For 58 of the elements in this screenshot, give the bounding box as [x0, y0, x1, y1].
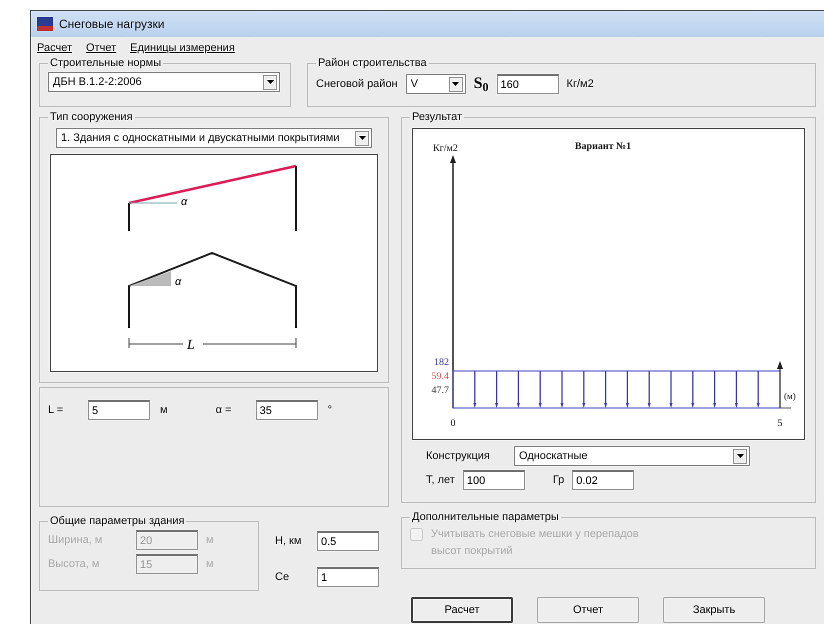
group-label: Дополнительные параметры: [411, 511, 560, 524]
group-label: Общие параметры здания: [49, 515, 186, 528]
axis-unit-label: (м): [784, 391, 796, 402]
field-label: Гр: [552, 472, 564, 488]
dropdown-arrow-icon: [266, 80, 274, 84]
value-label: 182: [434, 357, 449, 368]
angle-label: α: [175, 276, 182, 288]
dropdown-arrow-icon: [736, 454, 744, 458]
axis-tick-label: 0: [450, 418, 456, 430]
menu-item[interactable]: Отчет: [86, 40, 116, 54]
symbol-label: S$_{0}$: [474, 74, 489, 96]
field-label: L =: [48, 402, 64, 418]
input-field[interactable]: 35: [256, 400, 318, 420]
unit-label: м: [206, 532, 214, 548]
support-arrow: [777, 361, 783, 408]
span-label: L: [187, 338, 195, 354]
axis-unit-label: Кг/м2: [433, 143, 458, 154]
menu-item[interactable]: Расчет: [37, 40, 72, 54]
field-label: Снеговой район: [316, 76, 398, 92]
unit-label: м: [206, 556, 214, 572]
construction-dropdown[interactable]: Односкатные: [514, 446, 750, 466]
dropdown-arrow-icon: [358, 136, 366, 140]
unit-label: м: [160, 402, 168, 418]
field-label: T, лет: [425, 472, 455, 488]
app-icon: [37, 17, 53, 31]
menu-item[interactable]: Единицы измерения: [130, 40, 235, 54]
chart-title: Вариант №1: [574, 141, 632, 152]
region-dropdown[interactable]: V: [406, 74, 466, 94]
value-label: 59.4: [432, 371, 449, 382]
angle-label: α: [181, 196, 188, 208]
option-label: Учитывать снеговые мешки у перепадов высот покрытий: [431, 527, 640, 559]
input-field[interactable]: 1: [317, 567, 379, 587]
input-field[interactable]: 0.02: [572, 470, 634, 490]
dialog-button[interactable]: Отчет: [537, 597, 639, 623]
group-label: Район строительства: [317, 57, 428, 70]
input-field[interactable]: 0.5: [317, 531, 379, 551]
field-label: Ce: [275, 570, 290, 585]
unit-label: °: [328, 402, 332, 418]
unit-label: Кг/м2: [566, 76, 594, 92]
dialog-button[interactable]: Расчет: [411, 597, 513, 623]
load-field[interactable]: 160: [496, 74, 559, 94]
group-label: Результат: [411, 111, 464, 124]
input-field[interactable]: 5: [88, 400, 150, 420]
dropdown-arrow-icon: [452, 82, 460, 86]
field-label: Конструкция: [425, 448, 491, 464]
input-field[interactable]: 100: [462, 470, 525, 490]
field-label: α =: [216, 402, 232, 418]
structure-dropdown[interactable]: 1. Здания с односкатными и двускатными покрытиями: [56, 128, 372, 148]
dialog-button[interactable]: Закрыть: [663, 597, 765, 623]
norms-dropdown[interactable]: ДБН В.1.2-2:2006: [48, 72, 280, 92]
window-title: Снеговые нагрузки: [59, 16, 164, 33]
axis-tick-label: 5: [778, 418, 782, 430]
value-label: 47.7: [432, 385, 449, 396]
group-label: Строительные нормы: [49, 57, 162, 70]
field-label: H, км: [275, 534, 302, 549]
field-label: Ширина, м: [48, 532, 104, 548]
group-label: Тип сооружения: [49, 111, 134, 124]
field-label: Высота, м: [48, 556, 100, 572]
